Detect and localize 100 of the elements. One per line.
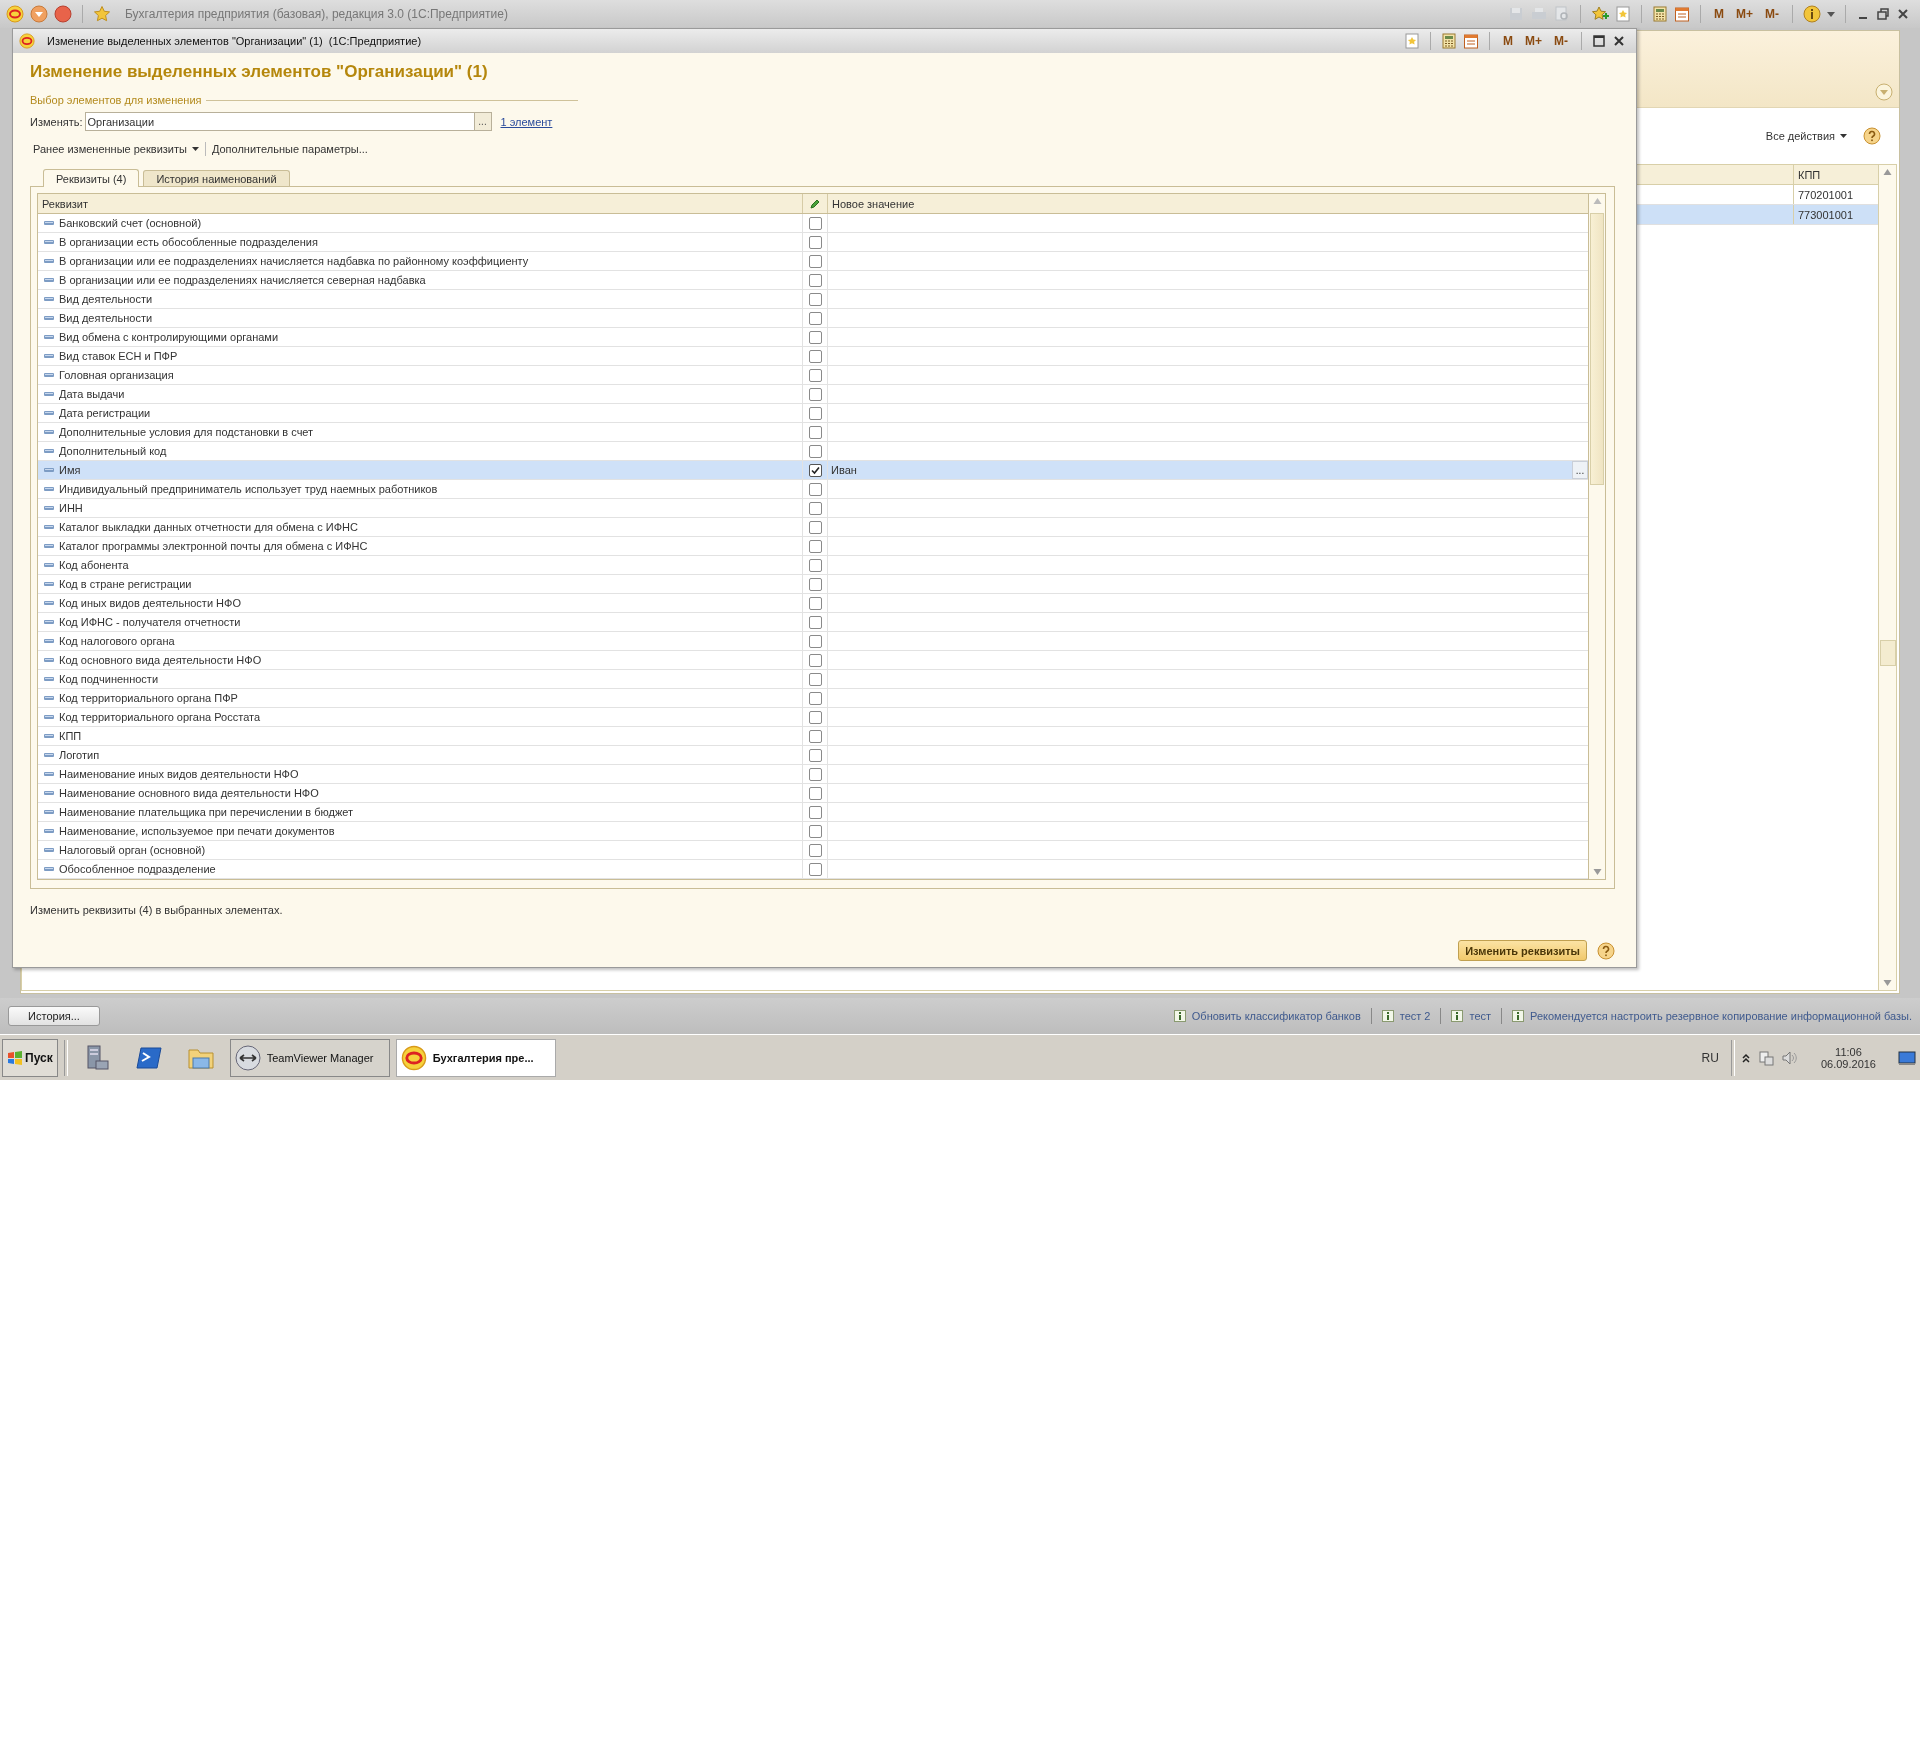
star-plus-icon[interactable] xyxy=(1591,6,1609,22)
all-actions-menu[interactable]: Все действия xyxy=(1759,129,1853,143)
checkbox[interactable] xyxy=(808,748,822,762)
table-row[interactable]: Код в стране регистрации xyxy=(38,575,1588,594)
calculator-icon[interactable] xyxy=(1441,33,1457,49)
table-row[interactable]: Вид деятельности xyxy=(38,290,1588,309)
memory-button[interactable]: M+ xyxy=(1733,7,1756,21)
table-row[interactable]: Код налогового органа xyxy=(38,632,1588,651)
language-indicator[interactable]: RU xyxy=(1701,1050,1719,1065)
table-row[interactable]: Код ИФНС - получателя отчетности xyxy=(38,613,1588,632)
table-row[interactable]: Головная организация xyxy=(38,366,1588,385)
table-row[interactable]: Код абонента xyxy=(38,556,1588,575)
table-row[interactable]: Логотип xyxy=(38,746,1588,765)
checkbox[interactable] xyxy=(808,501,822,515)
close-icon[interactable] xyxy=(1612,34,1626,48)
dropdown-icon[interactable] xyxy=(30,5,48,23)
scrollbar-thumb[interactable] xyxy=(1879,639,1896,666)
checkbox[interactable] xyxy=(808,235,822,249)
checkbox[interactable] xyxy=(808,482,822,496)
help-icon[interactable] xyxy=(1863,127,1881,145)
stop-icon[interactable] xyxy=(54,5,72,23)
toolbar-button[interactable]: Дополнительные параметры... xyxy=(208,143,371,155)
checkbox[interactable] xyxy=(808,216,822,230)
checkbox[interactable] xyxy=(808,558,822,572)
checkbox[interactable] xyxy=(808,292,822,306)
table-row[interactable]: Каталог программы электронной почты для обмена с ИФНС xyxy=(38,537,1588,556)
memory-button[interactable]: M xyxy=(1711,7,1727,21)
memory-button[interactable]: M xyxy=(1500,34,1516,48)
table-row[interactable]: Обособленное подразделение xyxy=(38,860,1588,879)
select-button[interactable]: ... xyxy=(1572,461,1588,479)
history-button[interactable]: История... xyxy=(8,1006,100,1026)
restore-icon[interactable] xyxy=(1876,7,1890,21)
table-row[interactable]: КПП xyxy=(38,727,1588,746)
checkbox[interactable] xyxy=(808,596,822,610)
notification-link[interactable]: тест 2 xyxy=(1399,1010,1431,1022)
checkbox[interactable] xyxy=(808,539,822,553)
checkbox[interactable] xyxy=(808,577,822,591)
table-row[interactable]: В организации или ее подразделениях начисляется северная надбавка xyxy=(38,271,1588,290)
memory-button[interactable]: M- xyxy=(1762,7,1782,21)
table-row[interactable]: Вид ставок ЕСН и ПФР xyxy=(38,347,1588,366)
table-row[interactable]: Наименование плательщика при перечислении в бюджет xyxy=(38,803,1588,822)
checkbox[interactable] xyxy=(808,311,822,325)
scrollbar[interactable] xyxy=(1878,165,1896,990)
checkbox[interactable] xyxy=(808,444,822,458)
checkbox[interactable] xyxy=(808,387,822,401)
checkbox[interactable] xyxy=(808,653,822,667)
table-row[interactable]: Каталог выкладки данных отчетности для обмена с ИФНС xyxy=(38,518,1588,537)
checkbox[interactable] xyxy=(808,273,822,287)
collapse-icon[interactable] xyxy=(1875,83,1893,101)
checkbox[interactable] xyxy=(808,767,822,781)
table-row[interactable]: Наименование иных видов деятельности НФО xyxy=(38,765,1588,784)
memory-button[interactable]: M+ xyxy=(1522,34,1545,48)
tab[interactable]: История наименований xyxy=(143,170,290,186)
checkbox[interactable] xyxy=(808,349,822,363)
table-row[interactable]: Дата регистрации xyxy=(38,404,1588,423)
table-row[interactable]: Банковский счет (основной) xyxy=(38,214,1588,233)
table-row[interactable]: Имя Иван ... xyxy=(38,461,1588,480)
table-row[interactable]: Вид деятельности xyxy=(38,309,1588,328)
menu-button[interactable]: Ранее измененные реквизиты xyxy=(30,143,202,155)
table-row[interactable]: Код территориального органа ПФР xyxy=(38,689,1588,708)
calculator-icon[interactable] xyxy=(1652,6,1668,22)
checkbox[interactable] xyxy=(808,691,822,705)
taskbar-button[interactable]: TeamViewer Manager xyxy=(229,1038,390,1077)
taskbar-button[interactable]: Бухгалтерия пре... xyxy=(395,1038,556,1077)
checkbox[interactable] xyxy=(808,672,822,686)
table-row[interactable]: Код подчиненности xyxy=(38,670,1588,689)
notification-link[interactable]: Обновить классификатор банков xyxy=(1191,1010,1361,1022)
table-row[interactable]: Дата выдачи xyxy=(38,385,1588,404)
table-row[interactable]: ИНН xyxy=(38,499,1588,518)
checkbox[interactable] xyxy=(808,254,822,268)
checkbox[interactable] xyxy=(808,824,822,838)
calendar-icon[interactable] xyxy=(1674,6,1690,22)
checkbox[interactable] xyxy=(808,862,822,876)
table-row[interactable]: В организации или ее подразделениях начисляется надбавка по районному коэффициенту xyxy=(38,252,1588,271)
checkbox[interactable] xyxy=(808,463,822,477)
scrollbar[interactable] xyxy=(1588,194,1605,879)
table-row[interactable]: Код иных видов деятельности НФО xyxy=(38,594,1588,613)
star-icon[interactable] xyxy=(93,5,111,23)
table-row[interactable]: Дополнительные условия для подстановки в счет xyxy=(38,423,1588,442)
logo-icon[interactable] xyxy=(6,5,24,23)
caret-icon[interactable] xyxy=(1827,10,1835,18)
value-field[interactable]: Иван xyxy=(831,464,1572,476)
checkbox[interactable] xyxy=(808,520,822,534)
table-row[interactable]: Код основного вида деятельности НФО xyxy=(38,651,1588,670)
tab[interactable]: Реквизиты (4) xyxy=(43,169,140,187)
table-row[interactable]: Код территориального органа Росстата xyxy=(38,708,1588,727)
memory-button[interactable]: M- xyxy=(1551,34,1571,48)
calendar-icon[interactable] xyxy=(1463,33,1479,49)
checkbox[interactable] xyxy=(808,425,822,439)
table-row[interactable]: Наименование, используемое при печати документов xyxy=(38,822,1588,841)
network-icon[interactable] xyxy=(1756,1048,1775,1067)
close-icon[interactable] xyxy=(1896,7,1910,21)
checkbox[interactable] xyxy=(808,786,822,800)
checkbox[interactable] xyxy=(808,330,822,344)
help-icon[interactable] xyxy=(1597,941,1615,960)
table-row[interactable]: Вид обмена с контролирующими органами xyxy=(38,328,1588,347)
checkbox[interactable] xyxy=(808,710,822,724)
maximize-icon[interactable] xyxy=(1592,34,1606,48)
checkbox[interactable] xyxy=(808,406,822,420)
table-row[interactable]: Индивидуальный предприниматель использует труд наемных работников xyxy=(38,480,1588,499)
